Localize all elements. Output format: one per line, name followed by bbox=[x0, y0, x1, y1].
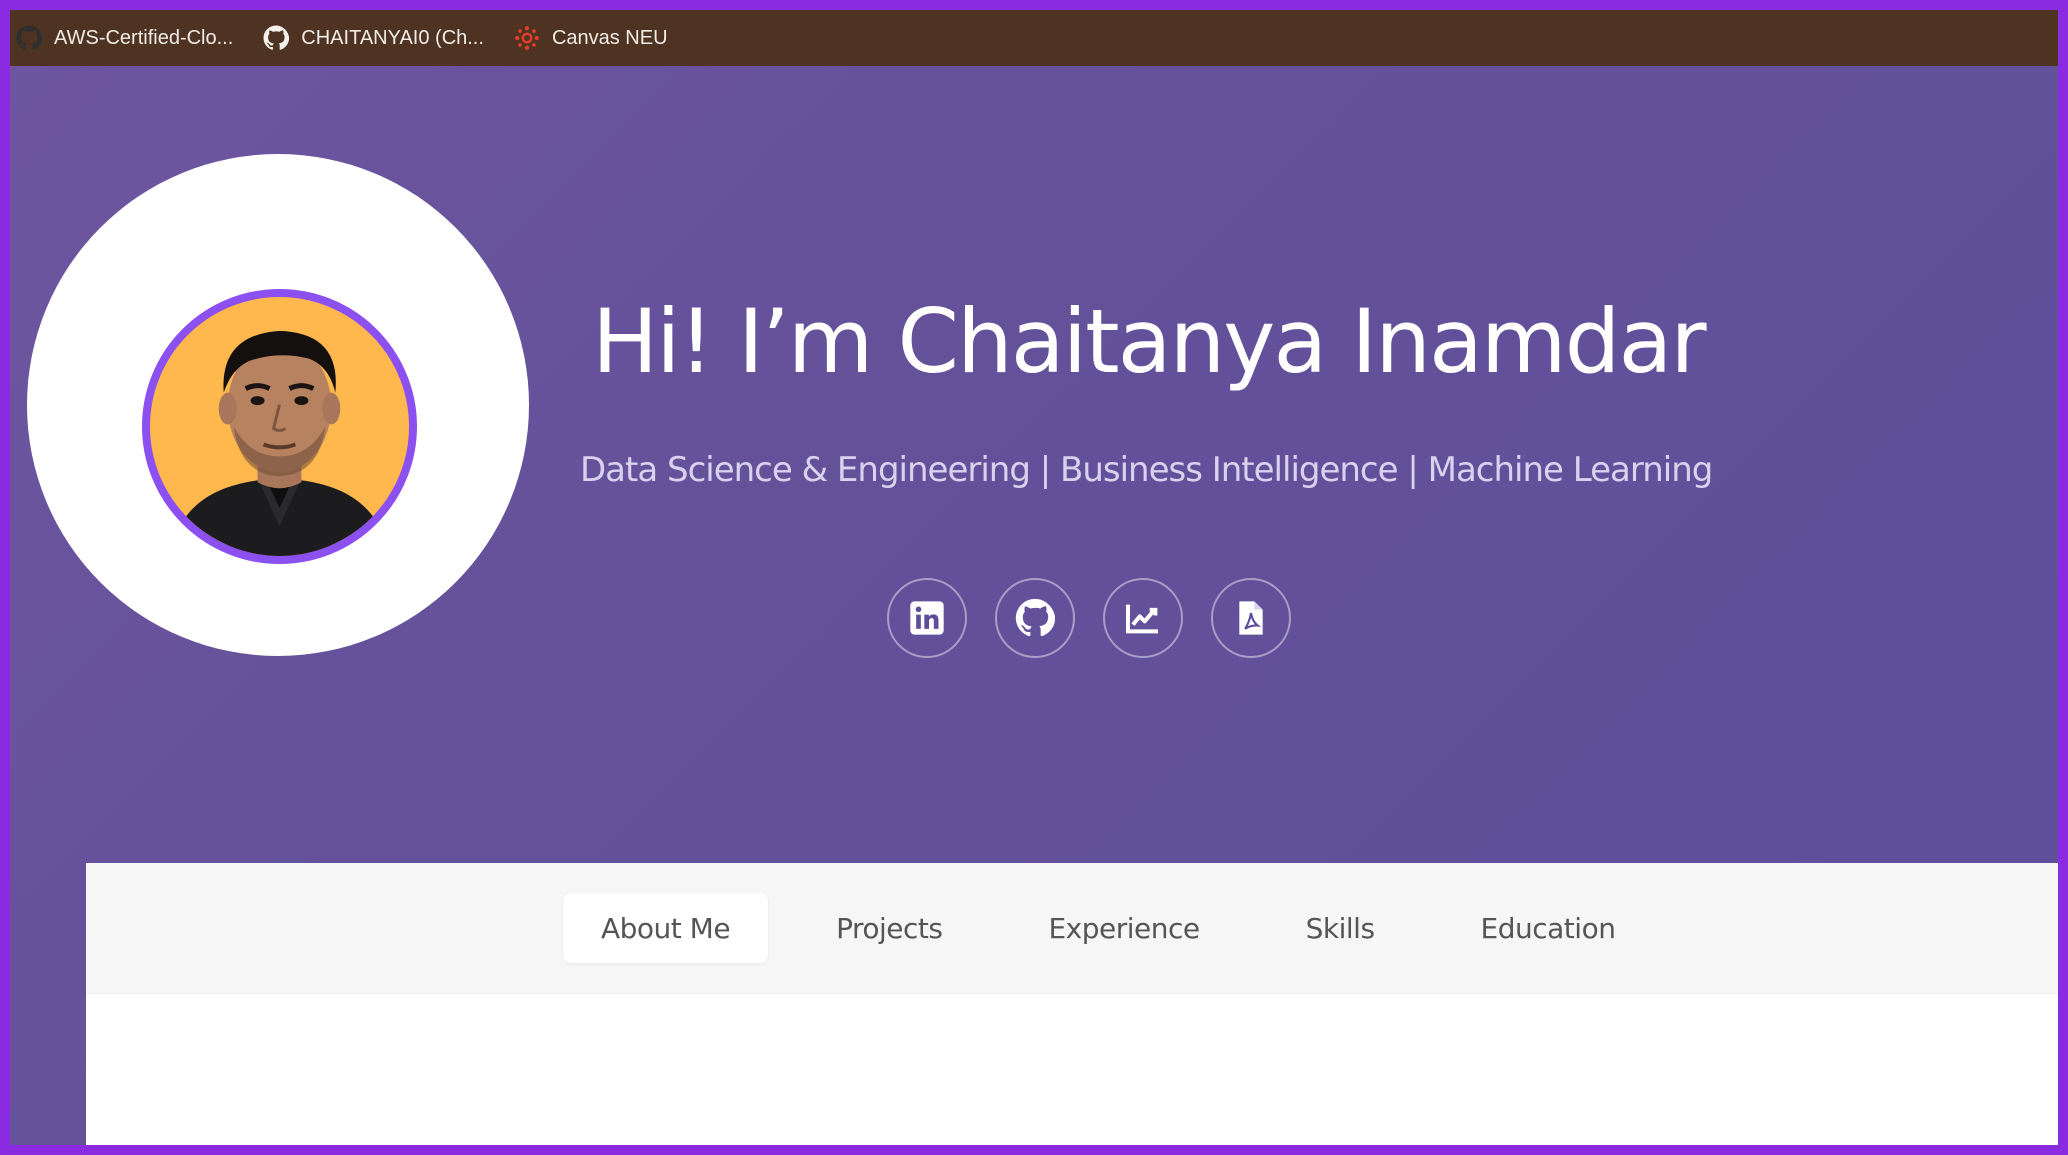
social-links bbox=[887, 578, 1319, 658]
content-card: About Me Projects Experience Skills Educ… bbox=[86, 863, 2058, 1145]
bookmarks-bar: AWS-Certified-Clo... CHAITANYAI0 (Ch... bbox=[10, 10, 2058, 66]
browser-viewport: AWS-Certified-Clo... CHAITANYAI0 (Ch... bbox=[10, 10, 2058, 1145]
resume-pdf-button[interactable] bbox=[1211, 578, 1291, 658]
profile-photo bbox=[169, 330, 390, 556]
chart-icon bbox=[1126, 604, 1158, 634]
tab-about-me[interactable]: About Me bbox=[563, 893, 769, 963]
bookmark-canvas-neu[interactable]: Canvas NEU bbox=[514, 25, 668, 51]
chart-button[interactable] bbox=[1103, 578, 1183, 658]
hero-title: Hi! I’m Chaitanya Inamdar bbox=[592, 290, 1707, 393]
linkedin-button[interactable] bbox=[887, 578, 967, 658]
bookmark-chaitanyai0[interactable]: CHAITANYAI0 (Ch... bbox=[263, 25, 484, 51]
hero-subtitle: Data Science & Engineering | Business In… bbox=[580, 450, 1713, 490]
tab-projects[interactable]: Projects bbox=[798, 893, 980, 963]
section-tabs: About Me Projects Experience Skills Educ… bbox=[86, 863, 2058, 994]
bookmark-label: Canvas NEU bbox=[551, 26, 668, 49]
github-icon bbox=[1015, 598, 1055, 637]
github-icon bbox=[16, 25, 42, 51]
tab-education[interactable]: Education bbox=[1443, 893, 1654, 963]
avatar-frame bbox=[27, 154, 529, 656]
avatar bbox=[142, 289, 417, 564]
canvas-icon bbox=[514, 25, 540, 51]
linkedin-icon bbox=[910, 601, 944, 635]
tab-skills[interactable]: Skills bbox=[1268, 893, 1413, 963]
pdf-icon bbox=[1239, 601, 1263, 635]
bookmark-label: CHAITANYAI0 (Ch... bbox=[301, 26, 484, 49]
github-icon bbox=[263, 25, 290, 51]
bookmark-label: AWS-Certified-Clo... bbox=[54, 26, 234, 49]
tab-experience[interactable]: Experience bbox=[1010, 893, 1237, 963]
github-button[interactable] bbox=[995, 578, 1075, 658]
bookmark-aws-certified[interactable]: AWS-Certified-Clo... bbox=[16, 25, 233, 51]
